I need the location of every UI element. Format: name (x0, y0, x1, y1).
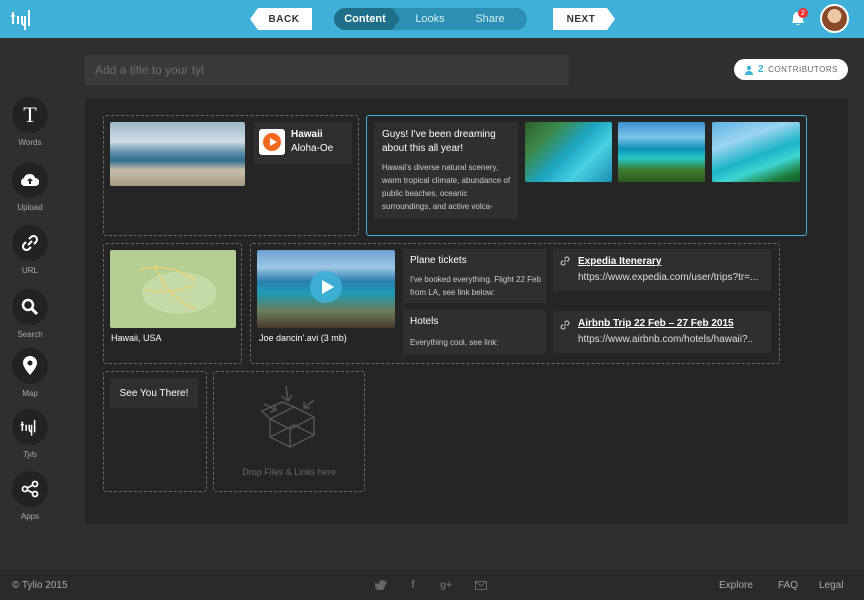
play-icon[interactable] (310, 271, 342, 303)
hotels-title: Hotels (410, 316, 439, 327)
twitter-icon[interactable] (375, 579, 387, 591)
note-heading: Guys! I've been dreaming about this all … (382, 129, 496, 154)
map-image[interactable] (110, 250, 236, 328)
beach-photo[interactable] (110, 122, 245, 186)
tool-upload[interactable]: Upload (11, 162, 49, 212)
note-card[interactable]: Guys! I've been dreaming about this all … (374, 122, 518, 219)
hotels-body: Everything cool, see link: (410, 338, 499, 347)
mail-icon[interactable] (475, 579, 487, 591)
plane-body: I've booked everything. Flight 22 Feb fr… (410, 275, 541, 297)
step-indicator: Content Looks Share (334, 8, 527, 30)
airbnb-link-title[interactable]: Airbnb Trip 22 Feb – 27 Feb 2015 (578, 318, 734, 329)
footer: © Tylio 2015 f g+ Explore FAQ Legal (0, 570, 864, 600)
see-you-text: See You There! (119, 387, 189, 399)
music-subtitle: Aloha-Oe (291, 143, 334, 154)
tool-search[interactable]: Search (11, 289, 49, 339)
box-drop-icon (260, 385, 316, 448)
tool-label: Tyls (22, 450, 38, 459)
tropical-photo-1[interactable] (525, 122, 612, 182)
next-button[interactable]: NEXT (553, 8, 615, 30)
tool-label: Words (18, 138, 42, 147)
google-plus-icon[interactable]: g+ (440, 579, 452, 591)
map-caption: Hawaii, USA (111, 333, 162, 343)
tile-note-photos[interactable]: Guys! I've been dreaming about this all … (366, 115, 807, 236)
copyright: © Tylio 2015 (12, 580, 68, 591)
plane-card[interactable]: Plane tickets I've booked everything. Fl… (403, 249, 546, 303)
facebook-icon[interactable]: f (407, 579, 419, 591)
step-content[interactable]: Content (334, 8, 400, 30)
top-bar: BACK Content Looks Share NEXT 2 (0, 0, 864, 38)
map-roads (139, 264, 196, 311)
plane-title: Plane tickets (410, 255, 467, 266)
back-button[interactable]: BACK (250, 8, 312, 30)
link-icon (560, 320, 570, 330)
airbnb-link-url[interactable]: https://www.airbnb.com/hotels/hawaii?.. (578, 334, 768, 345)
contributors-label: CONTRIBUTORS (768, 65, 838, 74)
expedia-link-url[interactable]: https://www.expedia.com/user/trips?tr=..… (578, 272, 768, 283)
music-app-icon (259, 129, 285, 155)
tool-words[interactable]: T Words (11, 97, 49, 147)
footer-link-explore[interactable]: Explore (719, 580, 753, 591)
cloud-upload-icon (12, 162, 48, 198)
step-share[interactable]: Share (460, 8, 520, 30)
tool-url[interactable]: URL (11, 225, 49, 275)
contributors-count: 2 (758, 64, 765, 75)
tool-label: Map (22, 389, 38, 398)
share-icon (12, 471, 48, 507)
expedia-link-title[interactable]: Expedia Itenerary (578, 256, 661, 267)
note-body: Hawaii's diverse natural scenery, warm t… (382, 163, 511, 211)
tropical-photo-3[interactable] (712, 122, 800, 182)
music-title: Hawaii (291, 129, 323, 140)
tile-see-you[interactable]: See You There! (103, 371, 207, 492)
link-icon (560, 256, 570, 266)
link-icon (12, 225, 48, 261)
tool-map[interactable]: Map (11, 348, 49, 398)
drop-zone-label: Drop Files & Links here (242, 467, 336, 477)
expedia-link-card[interactable]: Expedia Itenerary https://www.expedia.co… (553, 249, 771, 291)
notification-badge: 2 (798, 8, 808, 18)
airbnb-link-card[interactable]: Airbnb Trip 22 Feb – 27 Feb 2015 https:/… (553, 311, 771, 353)
map-pin-icon (12, 348, 48, 384)
footer-link-faq[interactable]: FAQ (778, 580, 798, 591)
music-card[interactable]: Hawaii Aloha-Oe (254, 122, 352, 164)
tile-beach-music[interactable]: Hawaii Aloha-Oe (103, 115, 359, 236)
tropical-photo-2[interactable] (618, 122, 705, 182)
avatar[interactable] (820, 4, 849, 33)
tyl-logo-icon (12, 409, 48, 445)
tool-apps[interactable]: Apps (11, 471, 49, 521)
footer-link-legal[interactable]: Legal (819, 580, 843, 591)
tool-label: Search (17, 330, 43, 339)
tyl-logo[interactable] (10, 6, 36, 32)
tyl-title-input[interactable] (85, 55, 569, 85)
drop-zone[interactable]: Drop Files & Links here (213, 371, 365, 492)
video-thumbnail[interactable] (257, 250, 395, 328)
tool-label: URL (21, 266, 38, 275)
hotels-card[interactable]: Hotels Everything cool, see link: (403, 310, 546, 354)
see-you-card[interactable]: See You There! (110, 378, 198, 408)
contributors-button[interactable]: 2 CONTRIBUTORS (734, 59, 848, 80)
tool-label: Apps (20, 512, 40, 521)
tool-label: Upload (17, 203, 43, 212)
tile-trip-info[interactable]: Joe dancin'.avi (3 mb) Plane tickets I'v… (250, 243, 780, 364)
video-caption: Joe dancin'.avi (3 mb) (259, 333, 347, 343)
tool-tyls[interactable]: Tyls (11, 409, 49, 459)
search-icon (12, 289, 48, 325)
step-looks[interactable]: Looks (400, 8, 460, 30)
text-icon: T (12, 97, 48, 133)
user-icon (745, 65, 754, 75)
tyl-canvas[interactable]: Hawaii Aloha-Oe Guys! I've been dreaming… (85, 98, 848, 524)
tile-map[interactable]: Hawaii, USA (103, 243, 242, 364)
